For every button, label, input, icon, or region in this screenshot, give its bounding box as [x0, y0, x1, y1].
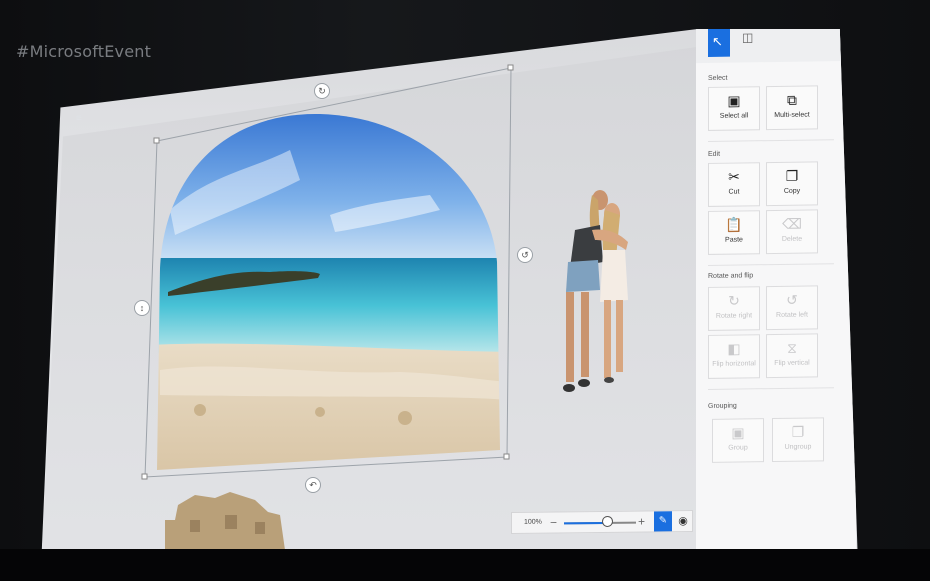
select-all-label: Select all [719, 112, 749, 120]
brush-tool-icon[interactable]: ✎ [274, 68, 288, 79]
select-tab-icon[interactable] [708, 29, 730, 57]
rotate-left-button[interactable]: ↺ Rotate left [766, 285, 818, 331]
group-label: Group [728, 444, 748, 452]
trash-icon: ⌫ [782, 215, 802, 232]
select-side-panel: ◫ Select ▣ Select all ⧉ Multi-select Edi… [696, 29, 856, 550]
copy-label: Copy [783, 187, 801, 195]
zoom-bar: 100% − + ✎ ◉ [511, 510, 693, 534]
canvas-tool-icon[interactable]: ⤢ [396, 41, 410, 52]
hamburger-menu-icon[interactable]: ≡ [75, 113, 86, 124]
paste-button[interactable]: 📋 Paste [708, 210, 760, 255]
divider [708, 139, 834, 142]
rotate-right-label: Rotate right [715, 312, 753, 320]
zoom-slider-fill [564, 521, 608, 525]
rotate-right-icon: ↻ [728, 292, 740, 309]
zoom-percent: 100% [524, 518, 542, 526]
brush-view-icon[interactable]: ✎ [654, 511, 672, 532]
stickers-tool-icon[interactable]: ◔ [333, 55, 347, 66]
rotate-left-icon: ↺ [786, 291, 798, 308]
flip-horizontal-label: Flip horizontal [712, 360, 756, 368]
rotate-z-handle-icon[interactable]: ↶ [305, 477, 321, 493]
stage: #MicrosoftEvent Untitled* - Paint 3D Pre… [0, 0, 930, 581]
3d-objects-tool-icon[interactable]: ⬡ [303, 62, 317, 73]
section-edit: Edit [708, 150, 721, 158]
flip-vertical-label: Flip vertical [774, 359, 810, 368]
flip-horizontal-icon: ◧ [727, 340, 741, 357]
divider [708, 263, 834, 266]
divider [708, 387, 834, 390]
scissors-icon: ✂ [728, 168, 740, 185]
paste-label: Paste [725, 236, 743, 244]
zoom-out-button[interactable]: − [550, 515, 557, 529]
section-select: Select [708, 74, 728, 82]
ungroup-button[interactable]: ❐ Ungroup [772, 417, 824, 463]
letterbox-bottom [0, 549, 930, 581]
rotate-left-label: Rotate left [776, 311, 808, 319]
zoom-slider-thumb[interactable] [602, 515, 614, 527]
cut-button[interactable]: ✂ Cut [708, 162, 760, 207]
copy-icon: ❐ [785, 167, 799, 184]
zoom-in-button[interactable]: + [638, 515, 645, 529]
cut-label: Cut [728, 188, 740, 196]
select-all-button[interactable]: ▣ Select all [708, 86, 760, 131]
text-tool-icon[interactable]: T [364, 48, 378, 59]
flip-vertical-icon: ⧖ [787, 339, 797, 356]
effects-tool-icon[interactable]: ☼ [429, 33, 443, 44]
group-button[interactable]: ▣ Group [712, 418, 764, 463]
rotate-x-handle-icon[interactable]: ↻ [314, 83, 330, 99]
view-eye-icon[interactable]: ◉ [674, 511, 692, 531]
group-icon: ▣ [731, 424, 745, 441]
section-grouping: Grouping [708, 402, 737, 410]
crop-tab-icon[interactable]: ◫ [742, 30, 753, 44]
flip-horizontal-button[interactable]: ◧ Flip horizontal [708, 334, 760, 379]
section-rotate-flip: Rotate and flip [708, 272, 754, 280]
projected-screen: Untitled* - Paint 3D Preview ≡ ✎ ⬡ ◔ T ⤢… [41, 29, 858, 550]
copy-button[interactable]: ❐ Copy [766, 161, 818, 207]
paste-icon: 📋 [725, 216, 743, 233]
rotate-right-button[interactable]: ↻ Rotate right [708, 286, 760, 331]
ungroup-icon: ❐ [791, 423, 805, 440]
multi-select-label: Multi-select [774, 111, 810, 120]
app-title: Untitled* - Paint 3D Preview [71, 89, 134, 101]
rotate-y-handle-icon[interactable]: ↺ [517, 247, 533, 263]
event-hashtag: #MicrosoftEvent [16, 42, 152, 61]
flip-vertical-button[interactable]: ⧖ Flip vertical [766, 333, 818, 379]
rotate-y-handle-left-icon[interactable]: ↕ [134, 300, 150, 316]
multi-select-icon: ⧉ [787, 91, 797, 108]
ungroup-label: Ungroup [784, 443, 812, 451]
select-all-icon: ▣ [727, 92, 741, 109]
delete-button[interactable]: ⌫ Delete [766, 209, 818, 255]
multi-select-button[interactable]: ⧉ Multi-select [766, 85, 818, 131]
delete-label: Delete [781, 235, 803, 243]
